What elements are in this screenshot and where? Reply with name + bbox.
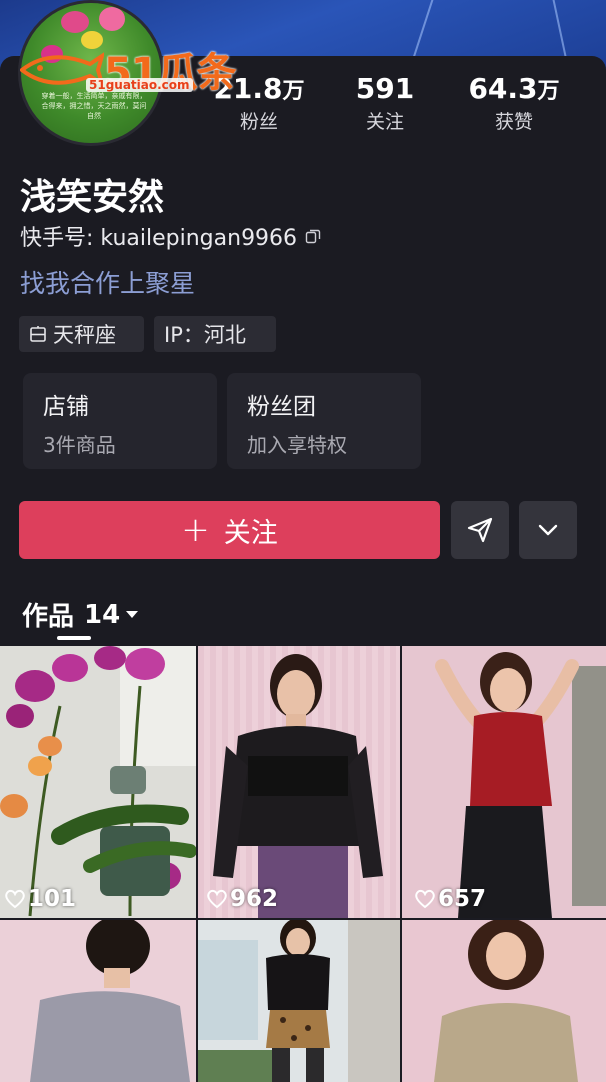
person-leopard-skirt-image	[198, 920, 400, 1082]
copy-icon[interactable]	[305, 228, 321, 244]
kuaishou-id-text: 快手号: kuailepingan9966	[20, 226, 298, 251]
tab-works[interactable]: 作品 14	[22, 596, 139, 633]
work-thumbnail[interactable]: 962	[198, 646, 400, 918]
profile-name: 浅笑安然	[20, 177, 165, 218]
work-thumbnail[interactable]	[0, 920, 196, 1082]
tile-title: 粉丝团	[247, 394, 316, 420]
collab-link[interactable]: 找我合作上聚星	[20, 264, 195, 300]
share-button[interactable]	[451, 501, 509, 559]
stat-label: 粉丝	[239, 111, 278, 133]
chevron-down-icon	[538, 524, 558, 536]
more-button[interactable]	[519, 501, 577, 559]
work-thumbnail[interactable]	[402, 920, 606, 1082]
like-count-value: 101	[28, 886, 77, 912]
stat-label: 获赞	[494, 111, 533, 133]
person-red-top-image	[402, 646, 606, 918]
plus-icon: +	[181, 510, 210, 550]
heart-icon	[207, 889, 227, 909]
tile-subtitle: 加入享特权	[247, 433, 347, 457]
like-count-value: 657	[438, 886, 487, 912]
stat-likes[interactable]: 64.3万 获赞	[450, 72, 578, 135]
orchid-image	[0, 646, 196, 918]
stat-unit: 万	[282, 79, 305, 104]
zodiac-icon	[30, 326, 46, 342]
stat-value: 64.3	[468, 72, 538, 105]
follow-label: 关注	[223, 517, 278, 549]
tile-subtitle: 3件商品	[43, 433, 116, 457]
tile-shop[interactable]: 店铺 3件商品	[23, 373, 217, 469]
tag-label: 天秤座	[53, 323, 116, 347]
like-count: 657	[414, 886, 486, 912]
stat-unit: 万	[537, 79, 560, 104]
like-count: 101	[4, 886, 76, 912]
tile-fan-club[interactable]: 粉丝团 加入享特权	[227, 373, 421, 469]
stat-value: 591	[355, 72, 415, 105]
tile-title: 店铺	[43, 394, 89, 420]
work-thumbnail[interactable]: 101	[0, 646, 196, 918]
works-grid: 101 962 657	[0, 646, 606, 1082]
send-icon	[467, 517, 493, 543]
heart-icon	[5, 889, 25, 909]
follow-button[interactable]: + 关注	[19, 501, 440, 559]
stat-label: 关注	[365, 111, 404, 133]
kuaishou-id[interactable]: 快手号: kuailepingan9966	[20, 220, 321, 252]
tag-label: IP：河北	[164, 323, 246, 347]
heart-icon	[415, 889, 435, 909]
works-count: 14	[84, 599, 121, 630]
caret-down-icon	[126, 611, 139, 618]
like-count-value: 962	[230, 886, 279, 912]
works-label: 作品	[22, 602, 75, 632]
work-thumbnail[interactable]	[198, 920, 400, 1082]
watermark-url: 51guatiao.com	[86, 78, 193, 92]
tag-zodiac: 天秤座	[19, 316, 144, 352]
stat-following[interactable]: 591 关注	[330, 72, 440, 135]
person-grey-top-image	[0, 920, 196, 1082]
tag-ip: IP：河北	[154, 316, 276, 352]
person-beige-top-image	[402, 920, 606, 1082]
like-count: 962	[206, 886, 278, 912]
work-thumbnail[interactable]: 657	[402, 646, 606, 918]
tab-indicator	[57, 636, 91, 640]
person-lace-image	[198, 646, 400, 918]
